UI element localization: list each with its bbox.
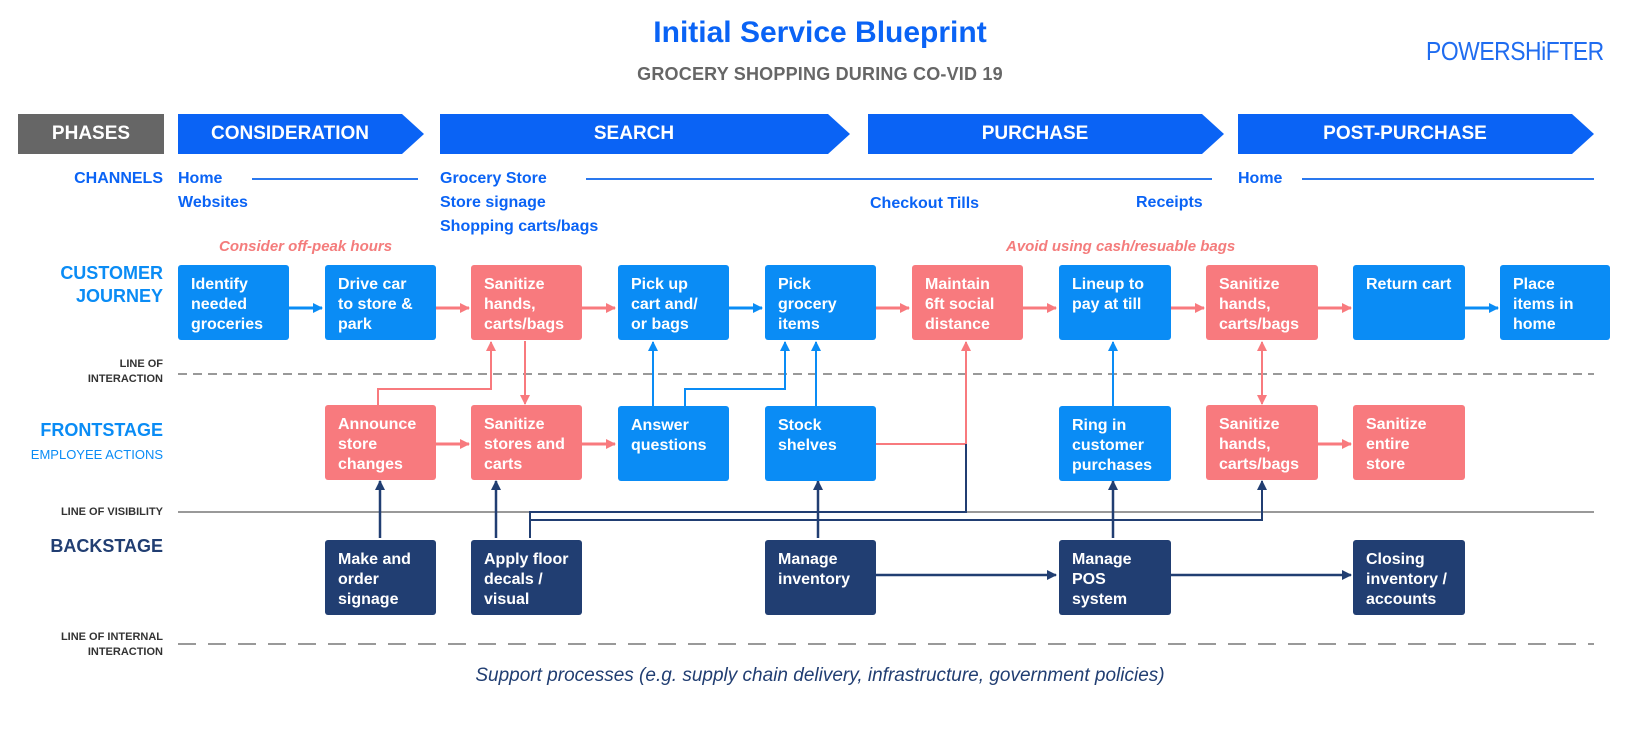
page-subtitle: GROCERY SHOPPING DURING CO-VID 19 bbox=[637, 64, 1003, 84]
fs-answer-questions: Answer questions bbox=[618, 406, 729, 481]
bs-apply-floor-decals: Apply floor decals / visual cues bbox=[471, 540, 582, 628]
bs-closing-inventory: Closing inventory / accounts bbox=[1353, 540, 1465, 615]
phase-consideration: CONSIDERATION bbox=[178, 114, 424, 154]
row-label-backstage: BACKSTAGE bbox=[50, 536, 163, 556]
channels-label: CHANNELS bbox=[74, 170, 163, 187]
channel-receipts: Receipts bbox=[1136, 194, 1203, 211]
support-processes: Support processes (e.g. supply chain del… bbox=[475, 665, 1165, 686]
arrow-stock-to-distance bbox=[876, 341, 971, 445]
channel-grocery-store: Grocery Store bbox=[440, 170, 547, 187]
label-line: INTERACTION bbox=[87, 373, 163, 385]
phase-search: SEARCH bbox=[440, 114, 850, 154]
connector-decals-to-distance bbox=[529, 444, 967, 538]
note-off-peak: Consider off-peak hours bbox=[219, 238, 393, 255]
channel-line bbox=[252, 178, 418, 180]
label-line: LINE OF bbox=[119, 358, 163, 370]
bs-make-signage: Make and order signage bbox=[325, 540, 436, 615]
channel-websites: Websites bbox=[178, 194, 248, 211]
row-label-line: JOURNEY bbox=[75, 286, 163, 306]
fs-sanitize-stores: Sanitize stores and carts bbox=[471, 405, 582, 480]
channel-home: Home bbox=[178, 170, 223, 187]
row-label-customer-journey: CUSTOMER JOURNEY bbox=[60, 262, 163, 308]
arrow-announce-to-sanitize bbox=[377, 341, 496, 406]
label-line: LINE OF INTERNAL bbox=[60, 631, 163, 643]
cj-identify-groceries: Identify needed groceries bbox=[178, 265, 289, 340]
cj-lineup-to-pay: Lineup to pay at till bbox=[1059, 265, 1171, 340]
arrow-decals-to-fs-sanitize bbox=[530, 480, 1267, 521]
note-avoid-cash: Avoid using cash/resuable bags bbox=[1006, 238, 1236, 255]
label-line: INTERACTION bbox=[87, 646, 163, 658]
channel-checkout-tills: Checkout Tills bbox=[870, 195, 980, 212]
phases-label: PHASES bbox=[18, 114, 164, 154]
fs-announce-changes: Announce store changes bbox=[325, 405, 436, 480]
channel-shopping-carts: Shopping carts/bags bbox=[440, 218, 599, 235]
bs-manage-inventory: Manage inventory bbox=[765, 540, 876, 615]
fs-stock-shelves: Stock shelves bbox=[765, 406, 876, 481]
line-of-interaction-label: LINE OF INTERACTION bbox=[88, 357, 163, 387]
cj-return-cart: Return cart bbox=[1353, 265, 1465, 340]
cj-sanitize-hands-post: Sanitize hands, carts/bags bbox=[1206, 265, 1318, 340]
phase-post-purchase: POST-PURCHASE bbox=[1238, 114, 1594, 154]
channel-line bbox=[1302, 178, 1594, 180]
fs-sanitize-entire-store: Sanitize entire store bbox=[1353, 405, 1465, 480]
channel-line bbox=[586, 178, 1212, 180]
row-label-line: CUSTOMER bbox=[60, 263, 163, 283]
cj-place-items-home: Place items in home bbox=[1500, 265, 1610, 340]
connector-layer bbox=[178, 303, 1594, 645]
channel-store-signage: Store signage bbox=[440, 194, 546, 211]
cj-sanitize-hands: Sanitize hands, carts/bags bbox=[471, 265, 582, 340]
fs-ring-purchases: Ring in customer purchases bbox=[1059, 406, 1171, 481]
line-of-internal-interaction-label: LINE OF INTERNAL INTERACTION bbox=[61, 630, 163, 660]
row-label-employee-actions: EMPLOYEE ACTIONS bbox=[30, 447, 163, 462]
cj-drive-to-store: Drive car to store & park bbox=[325, 265, 436, 340]
arrow-answer-to-pick-items bbox=[684, 341, 790, 406]
line-of-visibility-label: LINE OF VISIBILITY bbox=[60, 506, 163, 518]
row-label-frontstage: FRONTSTAGE bbox=[40, 420, 163, 440]
channel-home-post: Home bbox=[1238, 170, 1283, 187]
page-title: Initial Service Blueprint bbox=[653, 16, 987, 49]
fs-sanitize-hands: Sanitize hands, carts/bags bbox=[1206, 405, 1318, 480]
phase-purchase: PURCHASE bbox=[868, 114, 1224, 154]
cj-pick-grocery-items: Pick grocery items bbox=[765, 265, 876, 340]
brand-logo: POWERSHiFTER bbox=[1426, 36, 1604, 66]
bs-manage-pos: Manage POS system bbox=[1059, 540, 1171, 615]
cj-pick-up-cart: Pick up cart and/ or bags bbox=[618, 265, 729, 340]
cj-maintain-distance: Maintain 6ft social distance bbox=[912, 265, 1023, 340]
